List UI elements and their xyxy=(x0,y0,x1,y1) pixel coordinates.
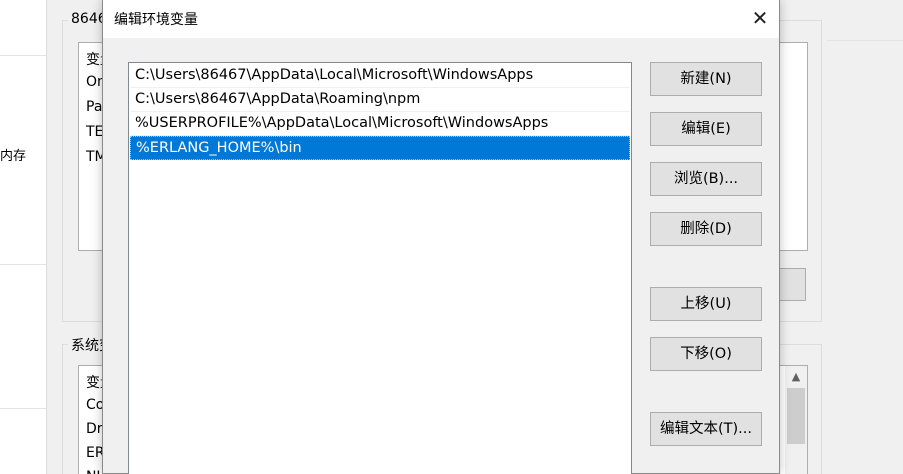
new-button[interactable]: 新建(N) xyxy=(650,62,762,96)
divider xyxy=(0,264,46,265)
divider xyxy=(0,408,46,409)
path-list-item[interactable]: %USERPROFILE%\AppData\Local\Microsoft\Wi… xyxy=(130,112,630,136)
path-list-item-selected[interactable]: %ERLANG_HOME%\bin xyxy=(130,136,630,160)
list-item[interactable]: Pa xyxy=(86,99,102,115)
memory-label: 内存 xyxy=(0,149,27,164)
close-icon[interactable]: ✕ xyxy=(748,7,772,31)
divider xyxy=(0,55,46,56)
edit-text-button[interactable]: 编辑文本(T)... xyxy=(650,412,762,446)
list-item[interactable]: TE xyxy=(86,124,103,140)
dialog-title: 编辑环境变量 xyxy=(114,12,198,28)
move-down-button[interactable]: 下移(O) xyxy=(650,337,762,371)
scroll-up-icon[interactable]: ▲ xyxy=(785,366,807,388)
delete-button[interactable]: 删除(D) xyxy=(650,212,762,246)
path-list[interactable]: C:\Users\86467\AppData\Local\Microsoft\W… xyxy=(128,62,632,474)
system-variables-scrollbar[interactable]: ▲ xyxy=(785,366,807,474)
move-up-button[interactable]: 上移(U) xyxy=(650,287,762,321)
edit-environment-variable-dialog: 编辑环境变量 ✕ C:\Users\86467\AppData\Local\Mi… xyxy=(102,0,780,474)
browse-button[interactable]: 浏览(B)... xyxy=(650,162,762,196)
scroll-thumb[interactable] xyxy=(787,388,805,444)
edit-button[interactable]: 编辑(E) xyxy=(650,112,762,146)
dialog-titlebar: 编辑环境变量 ✕ xyxy=(103,0,779,38)
list-item[interactable]: Dr xyxy=(86,421,103,437)
path-list-item[interactable]: C:\Users\86467\AppData\Local\Microsoft\W… xyxy=(130,64,630,88)
divider xyxy=(827,40,903,41)
background-left-panel: 内存 xyxy=(0,0,46,474)
path-list-item[interactable]: C:\Users\86467\AppData\Roaming\npm xyxy=(130,88,630,112)
